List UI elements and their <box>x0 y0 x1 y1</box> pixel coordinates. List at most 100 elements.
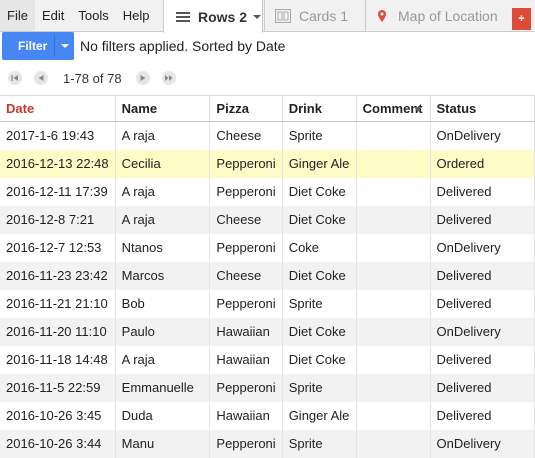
cell-name: A raja <box>115 205 211 234</box>
menu-tools[interactable]: Tools <box>71 0 115 31</box>
cell-drink: Sprite <box>282 429 357 458</box>
tab-map-label: Map of Location <box>398 8 498 24</box>
cell-status: OnDelivery <box>430 317 535 346</box>
cell-date: 2017-1-6 19:43 <box>0 121 116 150</box>
cell-comment <box>356 317 431 346</box>
next-page-icon[interactable] <box>136 71 150 85</box>
filter-row: Filter No filters applied. Sorted by Dat… <box>0 32 535 60</box>
cell-name: A raja <box>115 121 211 150</box>
cell-name: Marcos <box>115 261 211 290</box>
cell-name: A raja <box>115 345 211 374</box>
cell-name: Manu <box>115 429 211 458</box>
cell-comment <box>356 177 431 206</box>
top-bar: File Edit Tools Help Rows 2 Cards 1 Map … <box>0 0 535 33</box>
tab-map[interactable]: Map of Location <box>365 0 512 32</box>
menu-edit[interactable]: Edit <box>35 0 71 31</box>
cell-comment <box>356 401 431 430</box>
cell-comment <box>356 121 431 150</box>
cell-date: 2016-11-20 11:10 <box>0 317 116 346</box>
column-menu-icon[interactable] <box>413 107 422 112</box>
cell-pizza: Hawaiian <box>209 345 283 374</box>
cell-pizza: Hawaiian <box>209 401 283 430</box>
table-row[interactable]: 2016-10-26 3:45 Duda Hawaiian Ginger Ale Del… <box>0 401 535 430</box>
cell-name: Duda <box>115 401 211 430</box>
menu-file[interactable]: File <box>0 0 35 31</box>
tab-cards[interactable]: Cards 1 <box>264 0 364 32</box>
cell-status: Delivered <box>430 205 535 234</box>
cell-comment <box>356 233 431 262</box>
cell-status: Ordered <box>430 149 535 178</box>
cards-icon <box>275 9 291 23</box>
filter-button[interactable]: Filter <box>2 32 74 60</box>
filter-status-text: No filters applied. Sorted by Date <box>80 38 286 54</box>
data-table: Date Name Pizza Drink Comment Status 201… <box>0 95 535 458</box>
menu-help[interactable]: Help <box>116 0 157 31</box>
cell-date: 2016-11-23 23:42 <box>0 261 116 290</box>
chevron-down-icon[interactable] <box>61 44 69 48</box>
prev-page-icon[interactable] <box>34 71 48 85</box>
table-row[interactable]: 2016-11-23 23:42 Marcos Cheese Diet Coke Del… <box>0 261 535 290</box>
filter-button-separator <box>54 35 55 57</box>
cell-status: Delivered <box>430 401 535 430</box>
column-header-pizza[interactable]: Pizza <box>209 95 283 122</box>
table-row[interactable]: 2016-12-7 12:53 Ntanos Pepperoni Coke OnDeli… <box>0 233 535 262</box>
cell-name: Bob <box>115 289 211 318</box>
cell-comment <box>356 429 431 458</box>
tab-cards-label: Cards 1 <box>299 8 349 24</box>
table-row[interactable]: 2016-12-11 17:39 A raja Pepperoni Diet Coke… <box>0 177 535 206</box>
cell-drink: Diet Coke <box>282 345 357 374</box>
rows-icon <box>176 11 190 23</box>
table-row[interactable]: 2016-11-20 11:10 Paulo Hawaiian Diet Coke On… <box>0 317 535 346</box>
first-page-icon[interactable] <box>8 71 22 85</box>
cell-date: 2016-12-13 22:48 <box>0 149 116 178</box>
cell-name: Emmanuelle <box>115 373 211 402</box>
cell-date: 2016-10-26 3:45 <box>0 401 116 430</box>
table-row[interactable]: 2016-12-13 22:48 Cecilia Pepperoni Ginger A… <box>0 149 535 178</box>
cell-date: 2016-11-5 22:59 <box>0 373 116 402</box>
page-range: 1-78 of 78 <box>63 71 122 86</box>
column-header-status[interactable]: Status <box>430 95 535 122</box>
cell-drink: Sprite <box>282 289 357 318</box>
column-header-date[interactable]: Date <box>0 95 116 122</box>
cell-drink: Diet Coke <box>282 261 357 290</box>
cell-drink: Sprite <box>282 121 357 150</box>
cell-name: A raja <box>115 177 211 206</box>
cell-pizza: Pepperoni <box>209 233 283 262</box>
cell-pizza: Cheese <box>209 261 283 290</box>
cell-pizza: Pepperoni <box>209 373 283 402</box>
chevron-down-icon[interactable] <box>253 14 262 19</box>
table-row[interactable]: 2016-10-26 3:44 Manu Pepperoni Sprite OnDeli… <box>0 429 535 458</box>
table-row[interactable]: 2016-11-18 14:48 A raja Hawaiian Diet Coke D… <box>0 345 535 374</box>
cell-pizza: Cheese <box>209 205 283 234</box>
add-tab-button[interactable]: + <box>512 8 531 30</box>
table-row[interactable]: 2016-11-21 21:10 Bob Pepperoni Sprite Delive… <box>0 289 535 318</box>
table-row[interactable]: 2016-12-8 7:21 A raja Cheese Diet Coke Deliv… <box>0 205 535 234</box>
cell-drink: Diet Coke <box>282 317 357 346</box>
column-header-comment[interactable]: Comment <box>356 95 431 122</box>
cell-drink: Ginger Ale <box>282 401 357 430</box>
table-row[interactable]: 2016-11-5 22:59 Emmanuelle Pepperoni Sprite… <box>0 373 535 402</box>
cell-pizza: Pepperoni <box>209 149 283 178</box>
cell-name: Paulo <box>115 317 211 346</box>
cell-comment <box>356 261 431 290</box>
cell-pizza: Pepperoni <box>209 177 283 206</box>
cell-name: Cecilia <box>115 149 211 178</box>
cell-pizza: Pepperoni <box>209 429 283 458</box>
column-header-drink[interactable]: Drink <box>282 95 357 122</box>
cell-status: OnDelivery <box>430 121 535 150</box>
cell-status: Delivered <box>430 345 535 374</box>
pager: 1-78 of 78 <box>0 68 535 90</box>
column-header-name[interactable]: Name <box>115 95 211 122</box>
map-pin-icon <box>378 10 386 22</box>
cell-comment <box>356 205 431 234</box>
cell-status: Delivered <box>430 373 535 402</box>
cell-date: 2016-11-21 21:10 <box>0 289 116 318</box>
cell-status: Delivered <box>430 261 535 290</box>
cell-status: Delivered <box>430 289 535 318</box>
cell-comment <box>356 373 431 402</box>
table-row[interactable]: 2017-1-6 19:43 A raja Cheese Sprite OnDelive… <box>0 121 535 150</box>
last-page-icon[interactable] <box>162 71 176 85</box>
cell-status: Delivered <box>430 177 535 206</box>
cell-status: OnDelivery <box>430 233 535 262</box>
tab-rows[interactable]: Rows 2 <box>163 0 263 33</box>
